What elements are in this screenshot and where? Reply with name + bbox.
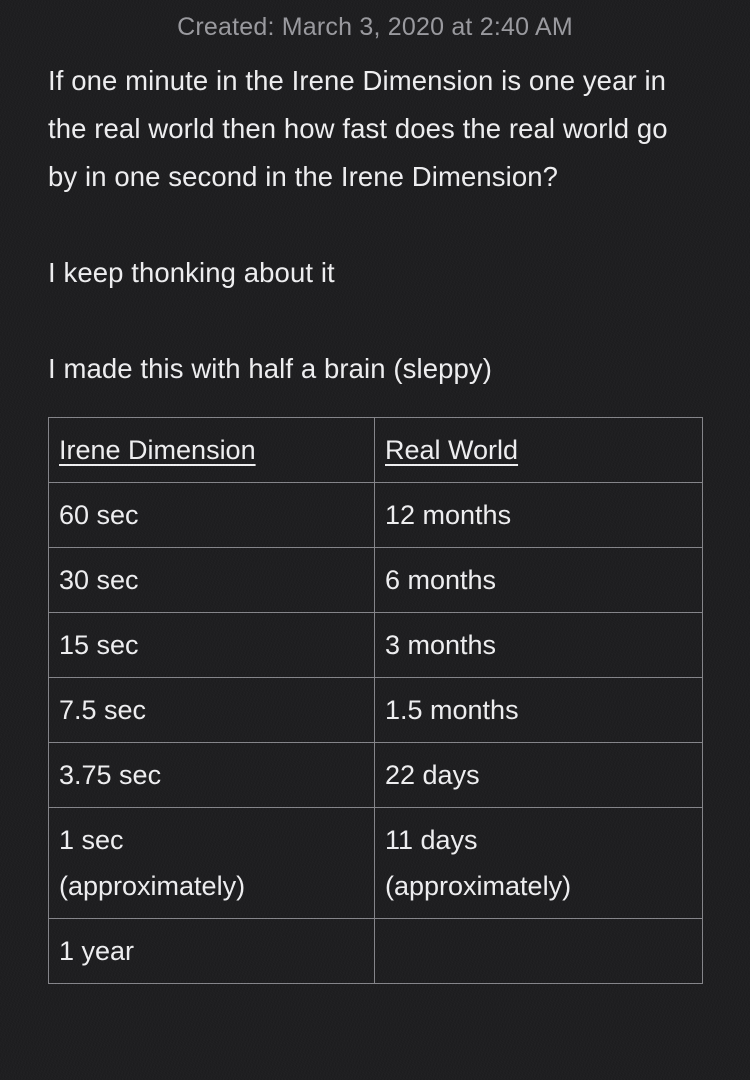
cell-real: 12 months [374, 482, 703, 549]
note-page: Created: March 3, 2020 at 2:40 AM If one… [0, 0, 750, 1080]
cell-irene-line1: 60 sec [59, 500, 139, 531]
conversion-table-wrapper: Irene Dimension Real World 60 sec 12 mon… [0, 417, 750, 985]
cell-irene-line1: 7.5 sec [59, 695, 147, 726]
cell-real: 22 days [374, 742, 703, 809]
cell-real: 6 months [374, 547, 703, 614]
cell-irene-line1: 3.75 sec [59, 760, 162, 791]
table-body: 60 sec 12 months 30 sec 6 months 15 sec … [48, 482, 703, 985]
column-header-real-world-label: Real World [385, 435, 519, 466]
cell-irene: 3.75 sec [48, 742, 375, 809]
table-row: 7.5 sec 1.5 months [48, 677, 703, 744]
created-timestamp: Created: March 3, 2020 at 2:40 AM [177, 13, 573, 41]
table-row: 60 sec 12 months [48, 482, 703, 549]
cell-irene-line2: (approximately) [59, 871, 246, 902]
cell-real-line1: 3 months [385, 630, 497, 661]
table-header-row: Irene Dimension Real World [48, 417, 703, 484]
cell-irene: 30 sec [48, 547, 375, 614]
paragraph-spacer-1 [48, 201, 702, 249]
paragraph-thonking: I keep thonking about it [48, 257, 335, 289]
table-row: 15 sec 3 months [48, 612, 703, 679]
paragraph-spacer-2 [48, 297, 702, 345]
cell-irene-line1: 15 sec [59, 630, 139, 661]
paragraph-question: If one minute in the Irene Dimension is … [48, 65, 676, 193]
cell-real-empty [374, 918, 703, 985]
cell-real-line1: 12 months [385, 500, 512, 531]
cell-irene-line1: 30 sec [59, 565, 139, 596]
paragraph-sleppy: I made this with half a brain (sleppy) [48, 353, 493, 385]
table-row: 3.75 sec 22 days [48, 742, 703, 809]
cell-irene: 1 year [48, 918, 375, 985]
cell-irene-line1: 1 sec [59, 825, 124, 856]
column-header-real-world: Real World [374, 417, 703, 484]
cell-real-line1: 6 months [385, 565, 497, 596]
cell-real: 3 months [374, 612, 703, 679]
conversion-table: Irene Dimension Real World 60 sec 12 mon… [48, 417, 703, 985]
table-row: 30 sec 6 months [48, 547, 703, 614]
note-body: If one minute in the Irene Dimension is … [0, 57, 750, 393]
cell-real-line1: 1.5 months [385, 695, 519, 726]
cell-real-line1 [385, 928, 702, 974]
cell-real-line2: (approximately) [385, 871, 572, 902]
cell-irene: 15 sec [48, 612, 375, 679]
cell-real-line1: 11 days [385, 825, 478, 856]
cell-irene: 1 sec (approximately) [48, 807, 375, 920]
table-row: 1 year [48, 918, 703, 985]
cell-irene: 60 sec [48, 482, 375, 549]
cell-real-line1: 22 days [385, 760, 480, 791]
column-header-irene-dimension: Irene Dimension [48, 417, 375, 484]
table-row: 1 sec (approximately) 11 days (approxima… [48, 807, 703, 920]
cell-real: 1.5 months [374, 677, 703, 744]
cell-real: 11 days (approximately) [374, 807, 703, 920]
column-header-irene-dimension-label: Irene Dimension [59, 435, 256, 466]
cell-irene-line1: 1 year [59, 936, 135, 967]
table-head: Irene Dimension Real World [48, 417, 703, 484]
cell-irene: 7.5 sec [48, 677, 375, 744]
